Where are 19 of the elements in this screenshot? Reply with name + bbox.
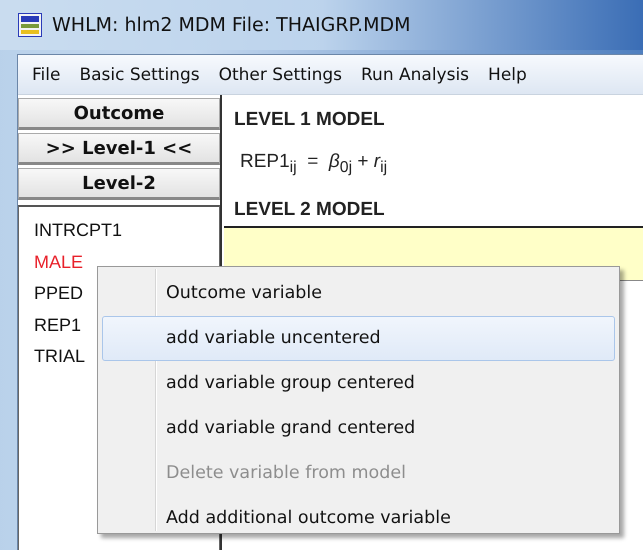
context-menu-item[interactable]: add variable uncentered (102, 316, 615, 361)
context-menu-item[interactable]: add variable grand centered (102, 406, 615, 451)
variable-item[interactable]: INTRCPT1 (34, 215, 219, 246)
context-menu-item[interactable]: Outcome variable (102, 271, 615, 316)
level-button[interactable]: Level-2 (18, 168, 220, 200)
level2-heading: LEVEL 2 MODEL (234, 198, 386, 221)
level-button[interactable]: Outcome (18, 98, 220, 130)
window-title: WHLM: hlm2 MDM File: THAIGRP.MDM (52, 14, 411, 36)
menu-item[interactable]: File (32, 64, 74, 84)
app-icon (18, 13, 42, 37)
context-menu-item[interactable]: add variable group centered (102, 361, 615, 406)
menu-item[interactable]: Basic Settings (79, 64, 213, 84)
menu-item[interactable]: Run Analysis (361, 64, 482, 84)
level1-heading: LEVEL 1 MODEL (234, 109, 386, 131)
context-menu-item[interactable]: Add additional outcome variable (102, 496, 615, 541)
level1-equation: REP1$_{ij}$ = β$_{0j}$ + r$_{ij}$ (240, 151, 388, 177)
level-button[interactable]: >> Level-1 << (18, 133, 220, 165)
menu-item[interactable]: Other Settings (218, 64, 355, 84)
menu-item[interactable]: Help (488, 64, 540, 84)
